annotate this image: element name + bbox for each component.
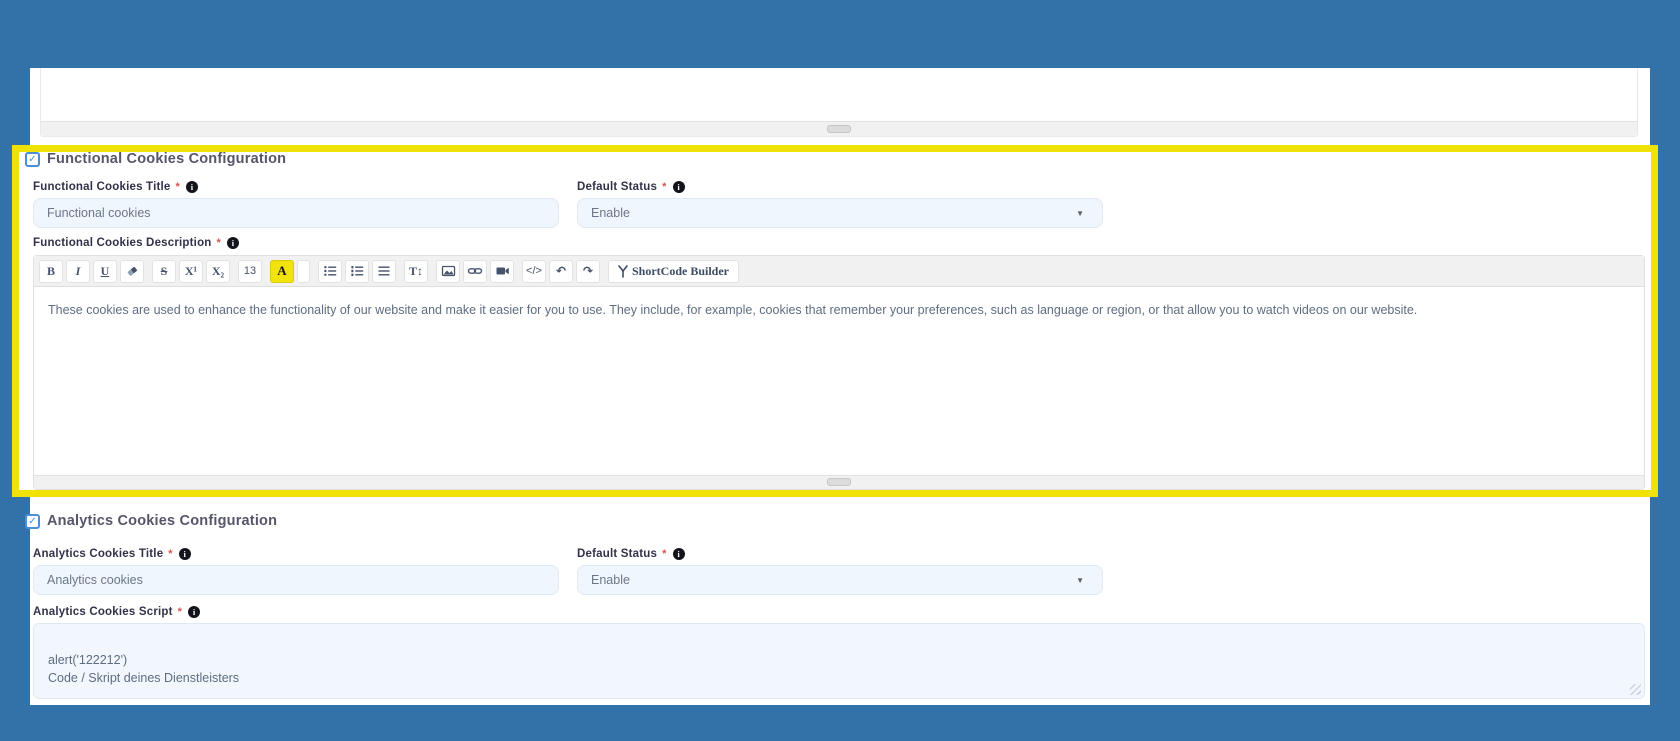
info-icon[interactable]: i xyxy=(227,237,239,249)
unordered-list-button[interactable] xyxy=(318,260,342,283)
functional-status-select[interactable]: Enable ▼ xyxy=(577,198,1103,228)
page: ✓ Functional Cookies Configuration Funct… xyxy=(0,0,1680,741)
font-size-button[interactable]: 13 xyxy=(238,260,262,283)
paragraph-align-button[interactable] xyxy=(372,260,396,283)
functional-title-label: Functional Cookies Title xyxy=(33,181,171,193)
font-color-button[interactable]: A xyxy=(270,260,294,283)
align-justify-icon xyxy=(377,264,391,278)
insert-video-button[interactable] xyxy=(490,260,514,283)
required-mark: * xyxy=(176,181,180,193)
subscript-button[interactable]: X₂ xyxy=(206,260,230,283)
check-icon: ✓ xyxy=(28,517,36,527)
editor-resize-handle[interactable] xyxy=(827,478,851,486)
eraser-icon xyxy=(125,264,139,278)
underline-button[interactable]: U xyxy=(93,260,117,283)
analytics-title-label: Analytics Cookies Title xyxy=(33,548,163,560)
ordered-list-button[interactable] xyxy=(345,260,369,283)
image-icon xyxy=(441,264,456,278)
analytics-title-label-row: Analytics Cookies Title * i xyxy=(33,548,191,560)
insert-image-button[interactable] xyxy=(436,260,460,283)
check-icon: ✓ xyxy=(28,155,36,165)
info-icon[interactable]: i xyxy=(188,606,200,618)
functional-title-label-row: Functional Cookies Title * i xyxy=(33,181,198,193)
font-style-group: B I U xyxy=(39,260,144,283)
shortcode-builder-icon xyxy=(618,265,628,278)
line-height-group: T↕ xyxy=(404,260,428,283)
redo-button[interactable]: ↷ xyxy=(576,260,600,283)
insert-link-button[interactable] xyxy=(463,260,487,283)
line-height-button[interactable]: T↕ xyxy=(404,260,428,283)
numbered-list-icon xyxy=(350,264,364,278)
strikethrough-button[interactable]: S xyxy=(152,260,176,283)
shortcode-builder-button[interactable]: ShortCode Builder xyxy=(608,260,739,283)
superscript-button[interactable]: X¹ xyxy=(179,260,203,283)
functional-section-heading: Functional Cookies Configuration xyxy=(47,151,286,167)
link-icon xyxy=(467,264,483,278)
italic-button[interactable]: I xyxy=(66,260,90,283)
insert-group xyxy=(436,260,514,283)
required-mark: * xyxy=(168,548,172,560)
editor-statusbar xyxy=(41,121,1637,136)
code-history-group: </> ↶ ↷ xyxy=(522,260,600,283)
analytics-script-label: Analytics Cookies Script xyxy=(33,606,173,618)
info-icon[interactable]: i xyxy=(186,181,198,193)
analytics-section-checkbox[interactable]: ✓ xyxy=(25,514,40,529)
list-group xyxy=(318,260,396,283)
info-icon[interactable]: i xyxy=(673,181,685,193)
functional-description-content[interactable]: These cookies are used to enhance the fu… xyxy=(34,287,1644,475)
functional-status-label-row: Default Status * i xyxy=(577,181,685,193)
default-status-label: Default Status xyxy=(577,548,657,560)
resize-grip-icon[interactable] xyxy=(1630,684,1641,695)
selected-option: Enable xyxy=(591,206,630,220)
default-status-label: Default Status xyxy=(577,181,657,193)
analytics-section-heading: Analytics Cookies Configuration xyxy=(47,513,277,529)
chevron-down-icon: ▼ xyxy=(1076,209,1084,218)
info-icon[interactable]: i xyxy=(179,548,191,560)
editor-resize-handle[interactable] xyxy=(827,125,851,133)
bold-button[interactable]: B xyxy=(39,260,63,283)
selected-option: Enable xyxy=(591,573,630,587)
undo-icon: ↶ xyxy=(556,264,566,278)
info-icon[interactable]: i xyxy=(673,548,685,560)
code-view-button[interactable]: </> xyxy=(522,260,546,283)
analytics-title-input[interactable]: Analytics cookies xyxy=(33,565,559,595)
functional-description-label-row: Functional Cookies Description * i xyxy=(33,237,239,249)
required-mark: * xyxy=(178,606,182,618)
required-mark: * xyxy=(662,181,666,193)
bullet-list-icon xyxy=(323,264,337,278)
analytics-status-select[interactable]: Enable ▼ xyxy=(577,565,1103,595)
previous-editor-bottom[interactable] xyxy=(40,68,1638,137)
editor-toolbar: B I U S X¹ X₂ 13 xyxy=(34,256,1644,287)
analytics-script-label-row: Analytics Cookies Script * i xyxy=(33,606,200,618)
undo-button[interactable]: ↶ xyxy=(549,260,573,283)
chevron-down-icon: ▼ xyxy=(1076,576,1084,585)
analytics-status-label-row: Default Status * i xyxy=(577,548,685,560)
analytics-script-textarea[interactable]: alert('122212') Code / Skript deines Die… xyxy=(33,623,1645,699)
required-mark: * xyxy=(662,548,666,560)
functional-description-editor: B I U S X¹ X₂ 13 xyxy=(33,255,1645,490)
font-size-group: 13 xyxy=(238,260,262,283)
script-style-group: S X¹ X₂ xyxy=(152,260,230,283)
required-mark: * xyxy=(217,237,221,249)
functional-title-input[interactable]: Functional cookies xyxy=(33,198,559,228)
functional-description-label: Functional Cookies Description xyxy=(33,237,212,249)
font-color-group: A xyxy=(270,260,310,283)
color-picker-toggle[interactable] xyxy=(297,260,310,283)
editor-statusbar xyxy=(34,475,1644,489)
functional-section-checkbox[interactable]: ✓ xyxy=(25,152,40,167)
redo-icon: ↷ xyxy=(583,264,593,278)
clear-format-button[interactable] xyxy=(120,260,144,283)
video-icon xyxy=(495,264,510,278)
shortcode-group: ShortCode Builder xyxy=(608,260,739,283)
